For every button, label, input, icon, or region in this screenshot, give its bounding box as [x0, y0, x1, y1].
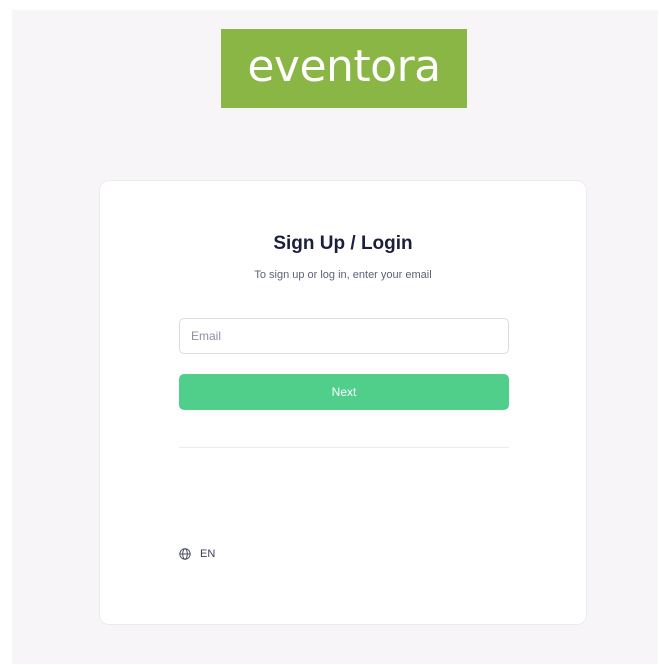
email-field[interactable] — [179, 318, 509, 354]
divider — [179, 447, 509, 448]
next-button[interactable]: Next — [179, 374, 509, 410]
eventora-logo: eventora — [221, 29, 467, 108]
page-subtitle: To sign up or log in, enter your email — [254, 269, 432, 281]
login-card: Sign Up / Login To sign up or log in, en… — [99, 180, 587, 625]
logo-text: eventora — [247, 41, 441, 92]
globe-icon — [179, 548, 191, 560]
language-selector[interactable]: EN — [179, 548, 215, 560]
page-title: Sign Up / Login — [273, 233, 413, 254]
language-label: EN — [200, 548, 216, 560]
